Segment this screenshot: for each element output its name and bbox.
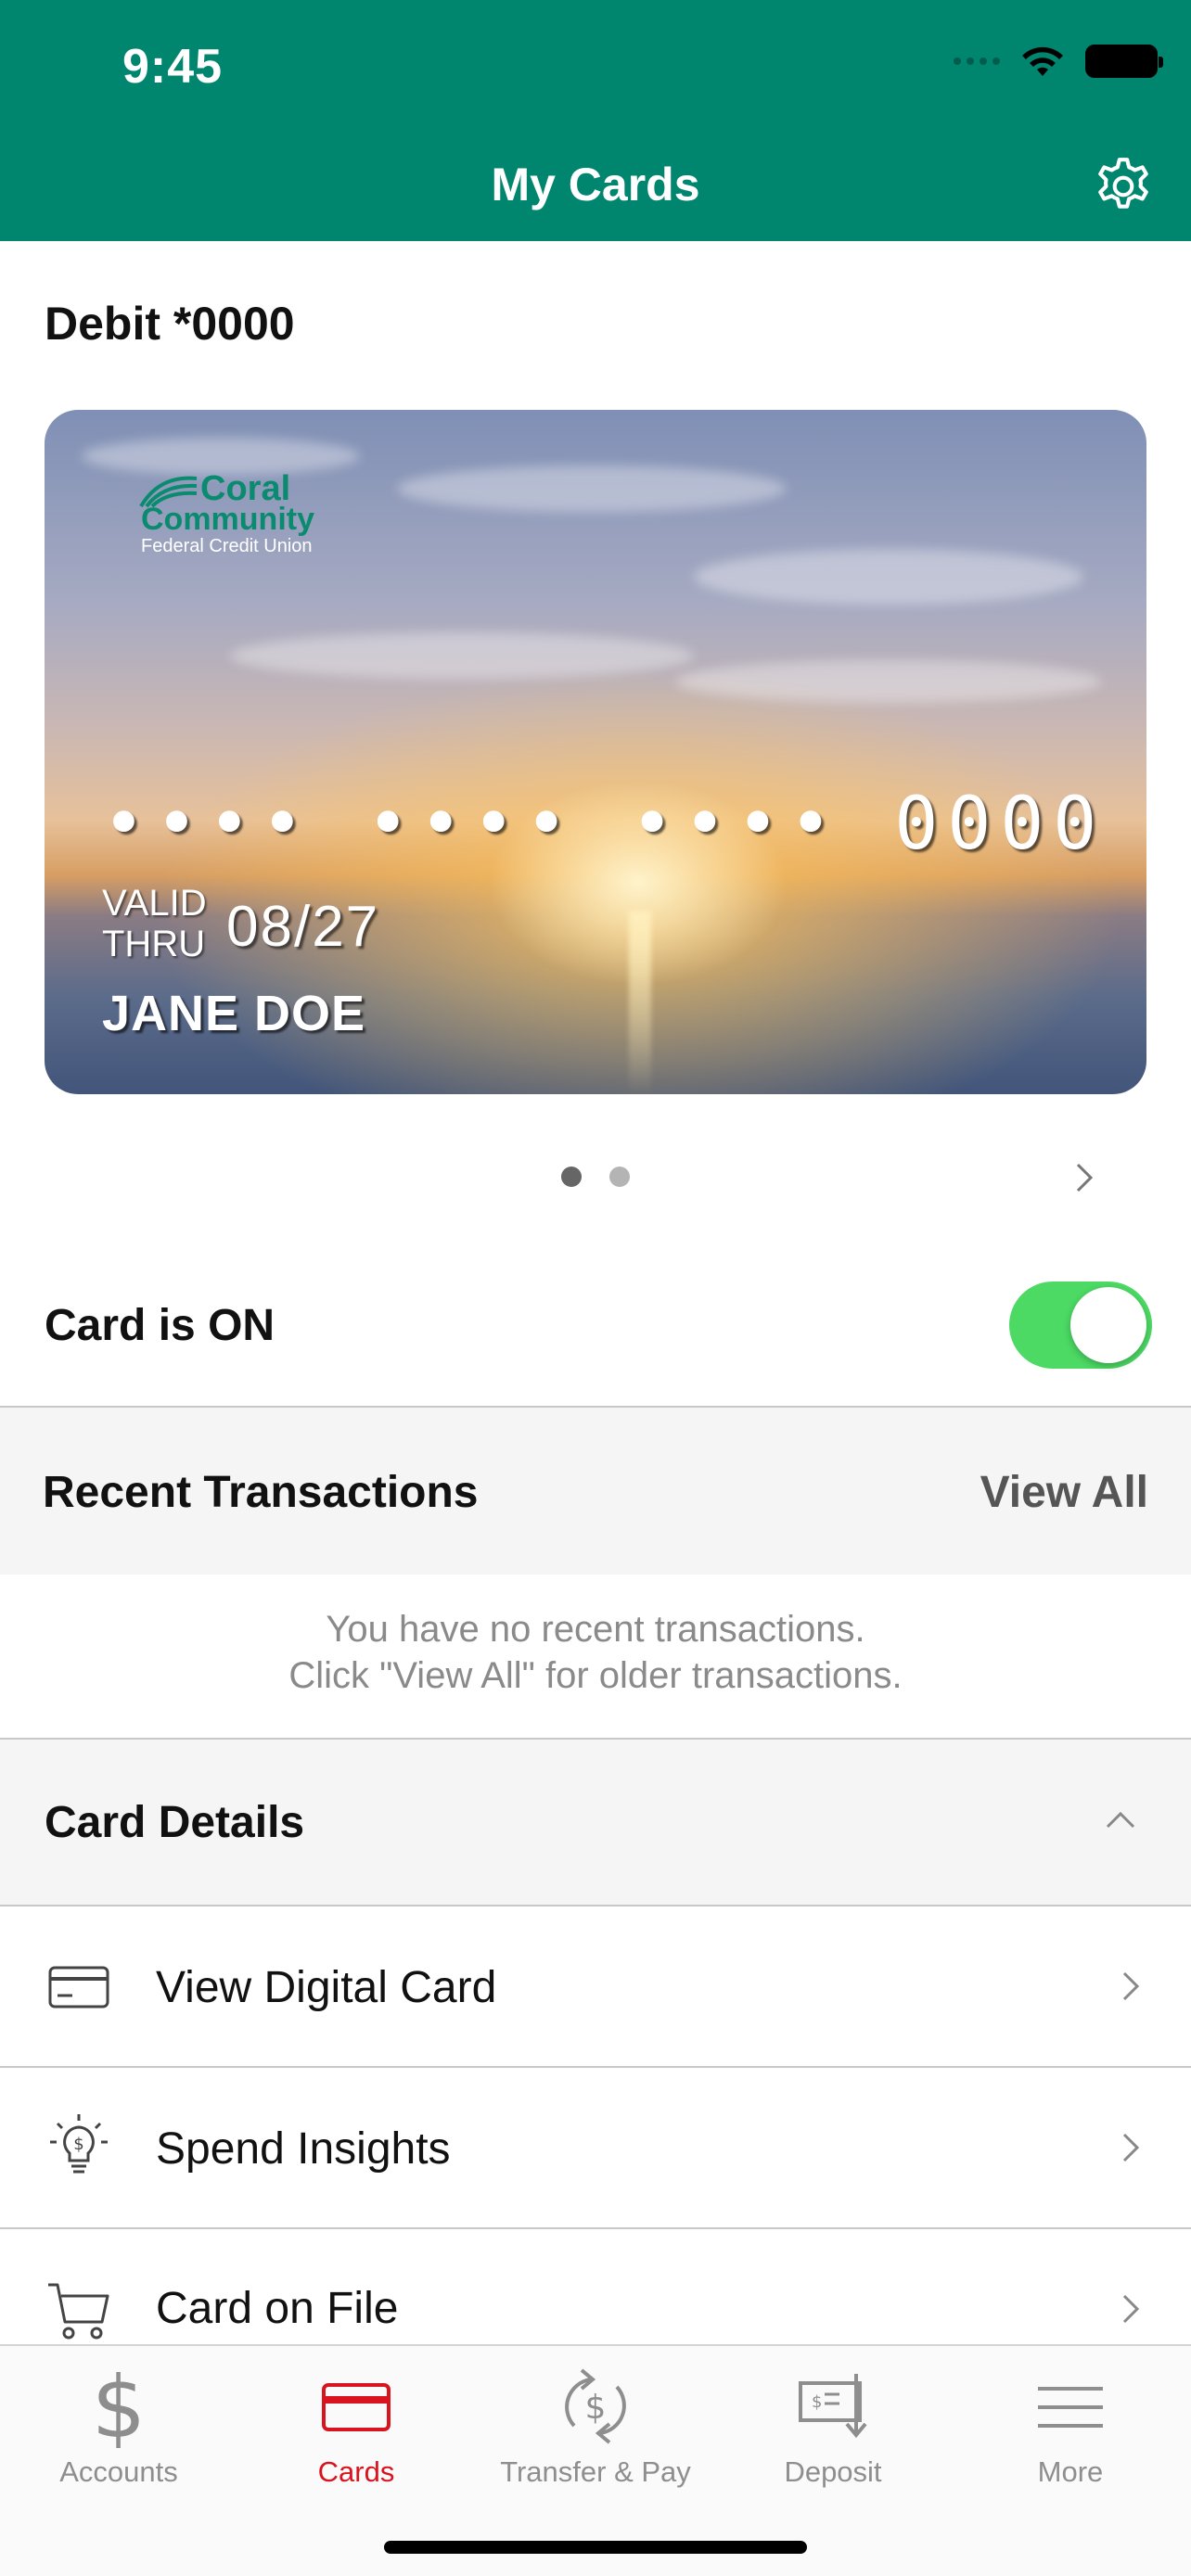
card-status-label: Card is ON [45, 1301, 275, 1350]
wifi-icon [1022, 46, 1063, 76]
transfer-icon: $ [565, 2368, 626, 2444]
chevron-right-icon [1122, 1971, 1140, 2001]
svg-text:$: $ [73, 2135, 83, 2154]
expiry-date: 08/27 [226, 895, 380, 959]
tab-transfer-pay-label: Transfer & Pay [500, 2455, 691, 2488]
app-header: 9:45 My Cards [0, 0, 1191, 241]
pager-dot-2[interactable] [609, 1167, 630, 1187]
tab-deposit[interactable]: $ Deposit [714, 2365, 952, 2513]
shopping-cart-icon [48, 2283, 109, 2340]
tab-cards[interactable]: Cards [237, 2365, 475, 2513]
chevron-right-icon [1122, 2294, 1140, 2324]
spend-insights-row[interactable]: $ Spend Insights [0, 2068, 1191, 2227]
tab-more[interactable]: More [952, 2365, 1189, 2513]
svg-text:$: $ [92, 2365, 147, 2448]
page-title: My Cards [491, 159, 700, 210]
tab-deposit-label: Deposit [784, 2455, 882, 2488]
card-on-file-label: Card on File [156, 2284, 399, 2333]
card-pager[interactable] [561, 1167, 630, 1187]
chevron-right-icon [1122, 2133, 1140, 2162]
empty-line-1: You have no recent transactions. [326, 1609, 865, 1650]
svg-text:$: $ [585, 2389, 607, 2427]
card-details-title: Card Details [45, 1798, 305, 1847]
pager-dot-1[interactable] [561, 1167, 582, 1187]
card-on-toggle[interactable] [1009, 1282, 1152, 1369]
valid-text: VALID [102, 883, 207, 924]
dollar-icon: $ [92, 2365, 147, 2448]
view-digital-card-label: View Digital Card [156, 1963, 497, 2012]
status-time: 9:45 [122, 40, 224, 94]
thru-text: THRU [102, 924, 206, 964]
tab-cards-label: Cards [317, 2455, 395, 2488]
hamburger-icon [1038, 2387, 1103, 2428]
card-status-row: Card is ON [0, 1263, 1191, 1408]
toggle-knob [1070, 1287, 1146, 1363]
svg-text:$: $ [812, 2392, 822, 2412]
card-name-label: Debit *0000 [45, 298, 295, 350]
view-all-link[interactable]: View All [980, 1467, 1148, 1518]
status-icons [954, 45, 1163, 78]
debit-card-image[interactable]: Coral Community Federal Credit Union •••… [45, 410, 1146, 1094]
chevron-up-icon[interactable] [1104, 1806, 1137, 1832]
cardholder-name: JANE DOE [102, 986, 366, 1041]
lightbulb-dollar-icon: $ [50, 2114, 108, 2174]
wave-logo-icon [139, 476, 198, 508]
valid-thru-label: VALID THRU [102, 883, 207, 964]
card-icon [322, 2383, 391, 2431]
no-transactions-message: You have no recent transactions. Click "… [0, 1606, 1191, 1699]
cellular-signal-icon [954, 57, 1000, 65]
empty-line-2: Click "View All" for older transactions. [288, 1655, 903, 1696]
card-details-header[interactable]: Card Details [0, 1740, 1191, 1905]
credit-union-logo: Coral Community Federal Credit Union [137, 469, 314, 557]
next-card-chevron-icon[interactable] [1070, 1159, 1098, 1196]
spend-insights-label: Spend Insights [156, 2124, 451, 2174]
battery-icon [1085, 45, 1163, 78]
recent-transactions-header: Recent Transactions View All [0, 1408, 1191, 1575]
view-digital-card-row[interactable]: View Digital Card [0, 1906, 1191, 2066]
tab-accounts[interactable]: $ Accounts [0, 2365, 237, 2513]
tab-accounts-label: Accounts [59, 2455, 178, 2488]
credit-card-icon [48, 1966, 109, 2009]
masked-card-number: •••• •••• •••• 0000 [102, 783, 1107, 866]
logo-text-coral: Coral [200, 469, 291, 508]
gear-icon[interactable] [1093, 156, 1154, 217]
tab-more-label: More [1037, 2455, 1104, 2488]
recent-transactions-title: Recent Transactions [43, 1468, 479, 1517]
logo-text-fcu: Federal Credit Union [141, 536, 313, 556]
home-indicator[interactable] [384, 2541, 807, 2554]
check-deposit-icon: $ [799, 2374, 867, 2439]
tab-transfer-pay[interactable]: $ Transfer & Pay [477, 2365, 714, 2513]
